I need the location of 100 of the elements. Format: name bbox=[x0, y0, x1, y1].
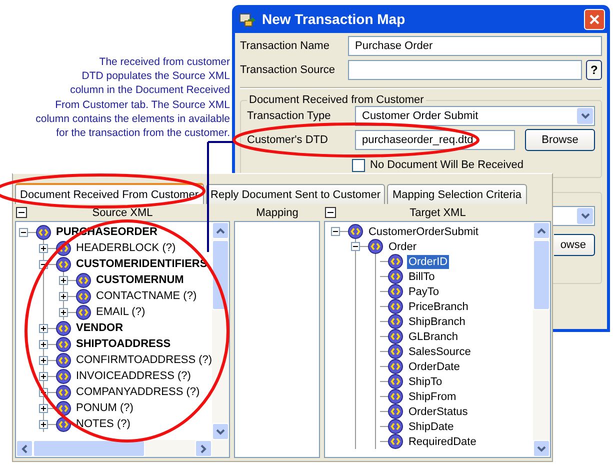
scroll-right-button[interactable] bbox=[195, 440, 212, 457]
element-icon bbox=[36, 224, 51, 240]
element-icon bbox=[56, 400, 71, 416]
element-icon bbox=[56, 352, 71, 368]
tree-node-label[interactable]: INVOICEADDRESS (?) bbox=[75, 369, 192, 383]
tree-node-label[interactable]: EMAIL (?) bbox=[95, 305, 146, 319]
tree-node-label[interactable]: ShipDate bbox=[407, 420, 455, 434]
tree-node-label[interactable]: GLBranch bbox=[407, 330, 459, 344]
element-icon bbox=[76, 288, 91, 304]
collapse-icon[interactable] bbox=[351, 242, 360, 251]
element-icon bbox=[368, 239, 384, 254]
element-icon bbox=[56, 368, 71, 384]
expand-icon[interactable] bbox=[39, 372, 48, 380]
tree-node-label[interactable]: CUSTOMERNUM bbox=[95, 273, 185, 287]
element-icon bbox=[348, 224, 364, 239]
element-icon bbox=[388, 359, 404, 374]
browse-button[interactable]: Browse bbox=[525, 129, 595, 151]
panel-title: Target XML bbox=[410, 207, 466, 219]
scroll-down-button[interactable] bbox=[533, 440, 550, 457]
tab[interactable]: Mapping Selection Criteria bbox=[387, 184, 526, 204]
expand-icon[interactable] bbox=[39, 324, 48, 332]
horizontal-scrollbar[interactable] bbox=[16, 440, 229, 457]
tree-node-label[interactable]: SHIPTOADDRESS bbox=[75, 337, 172, 351]
scroll-thumb[interactable] bbox=[33, 440, 145, 457]
expand-icon[interactable] bbox=[59, 292, 68, 300]
scroll-up-button[interactable] bbox=[212, 222, 229, 239]
tree-node-label[interactable]: PONUM (?) bbox=[75, 401, 134, 415]
element-icon bbox=[388, 299, 404, 314]
collapse-icon[interactable] bbox=[325, 207, 336, 218]
expand-icon[interactable] bbox=[39, 356, 48, 364]
transaction-type-dropdown[interactable]: Customer Order Submit bbox=[355, 106, 595, 126]
tree-node-label[interactable]: ShipFrom bbox=[407, 390, 458, 404]
collapse-icon[interactable] bbox=[19, 228, 28, 236]
element-icon bbox=[388, 389, 404, 404]
element-icon bbox=[76, 272, 91, 288]
dropdown[interactable] bbox=[552, 206, 595, 226]
element-icon bbox=[388, 374, 404, 389]
expand-icon[interactable] bbox=[39, 420, 48, 428]
collapse-icon[interactable] bbox=[331, 227, 340, 236]
expand-icon[interactable] bbox=[39, 340, 48, 348]
close-button[interactable] bbox=[584, 8, 605, 30]
tree-node-label[interactable]: NOTES (?) bbox=[75, 417, 132, 431]
scroll-left-button[interactable] bbox=[16, 440, 33, 457]
panel-title: Source XML bbox=[92, 207, 153, 219]
tree-node-label[interactable]: COMPANYADDRESS (?) bbox=[75, 385, 201, 399]
scroll-up-button[interactable] bbox=[533, 222, 550, 239]
tree-node-label[interactable]: HEADERBLOCK (?) bbox=[75, 241, 177, 255]
tab[interactable]: Reply Document Sent to Customer bbox=[206, 184, 386, 204]
tree-node-label[interactable]: CONTACTNAME (?) bbox=[95, 289, 198, 303]
chevron-icon bbox=[22, 444, 28, 453]
dtd-field[interactable]: purchaseorder_req.dtd bbox=[355, 130, 515, 150]
tree-node-label[interactable]: ShipBranch bbox=[407, 314, 466, 328]
element-icon bbox=[388, 254, 404, 269]
element-icon bbox=[388, 419, 404, 434]
vertical-scrollbar[interactable] bbox=[533, 222, 550, 457]
collapse-icon[interactable] bbox=[16, 207, 27, 218]
chevron-icon bbox=[537, 228, 546, 234]
tree-node-label[interactable]: VENDOR bbox=[75, 321, 124, 335]
tree-node-label[interactable]: RequiredDate bbox=[407, 434, 478, 448]
tree-node-label[interactable]: OrderID bbox=[407, 254, 449, 268]
tree-node-label[interactable]: CONFIRMTOADDRESS (?) bbox=[75, 353, 212, 367]
transaction-source-field[interactable] bbox=[348, 60, 582, 80]
element-icon bbox=[56, 416, 71, 432]
tree-node-label[interactable]: CustomerOrderSubmit bbox=[367, 224, 480, 238]
transaction-name-field[interactable]: Purchase Order bbox=[348, 36, 602, 56]
field-label: Transaction Name bbox=[240, 40, 330, 52]
expand-icon[interactable] bbox=[39, 244, 48, 252]
expand-icon[interactable] bbox=[39, 404, 48, 412]
tree-node-label[interactable]: OrderStatus bbox=[407, 404, 469, 418]
element-icon bbox=[56, 384, 71, 400]
vertical-scrollbar[interactable] bbox=[212, 222, 229, 440]
help-button[interactable]: ? bbox=[586, 60, 602, 80]
tree-node-label[interactable]: PriceBranch bbox=[407, 300, 470, 314]
field-label: Transaction Type bbox=[247, 110, 331, 122]
element-icon bbox=[76, 304, 91, 320]
chevron-icon bbox=[216, 428, 225, 434]
tab[interactable]: Document Received From Customer bbox=[15, 183, 204, 204]
tree-node-label[interactable]: OrderDate bbox=[407, 360, 461, 374]
checkbox[interactable] bbox=[352, 158, 365, 172]
field-label: Customer's DTD bbox=[247, 134, 328, 146]
element-icon bbox=[388, 314, 404, 329]
tree-node-label[interactable]: CUSTOMERIDENTIFIERS bbox=[75, 257, 208, 271]
browse-button[interactable]: owse bbox=[554, 234, 595, 256]
element-icon bbox=[56, 336, 71, 352]
tree-node-label[interactable]: ShipTo bbox=[407, 374, 444, 388]
chevron-icon bbox=[537, 446, 546, 452]
tree-node-label[interactable]: SalesSource bbox=[407, 344, 472, 358]
transaction-icon bbox=[239, 12, 256, 26]
scroll-down-button[interactable] bbox=[212, 423, 229, 440]
scroll-thumb[interactable] bbox=[533, 240, 550, 310]
annotation-text: The received from customer DTD populates the Source XML column in the Document Received From Customer tab. The Source XML column contains the elements in available for the transaction from the customer. bbox=[36, 55, 230, 140]
tree-node-label[interactable]: Order bbox=[387, 240, 418, 254]
expand-icon[interactable] bbox=[59, 308, 68, 316]
chevron-icon bbox=[200, 444, 206, 453]
tree-node-label[interactable]: PayTo bbox=[407, 284, 440, 298]
checkbox-label: No Document Will Be Received bbox=[370, 159, 524, 171]
chevron-icon bbox=[580, 213, 590, 219]
element-icon bbox=[388, 269, 404, 284]
tree-node-label[interactable]: BillTo bbox=[407, 270, 436, 284]
expand-icon[interactable] bbox=[59, 276, 68, 284]
